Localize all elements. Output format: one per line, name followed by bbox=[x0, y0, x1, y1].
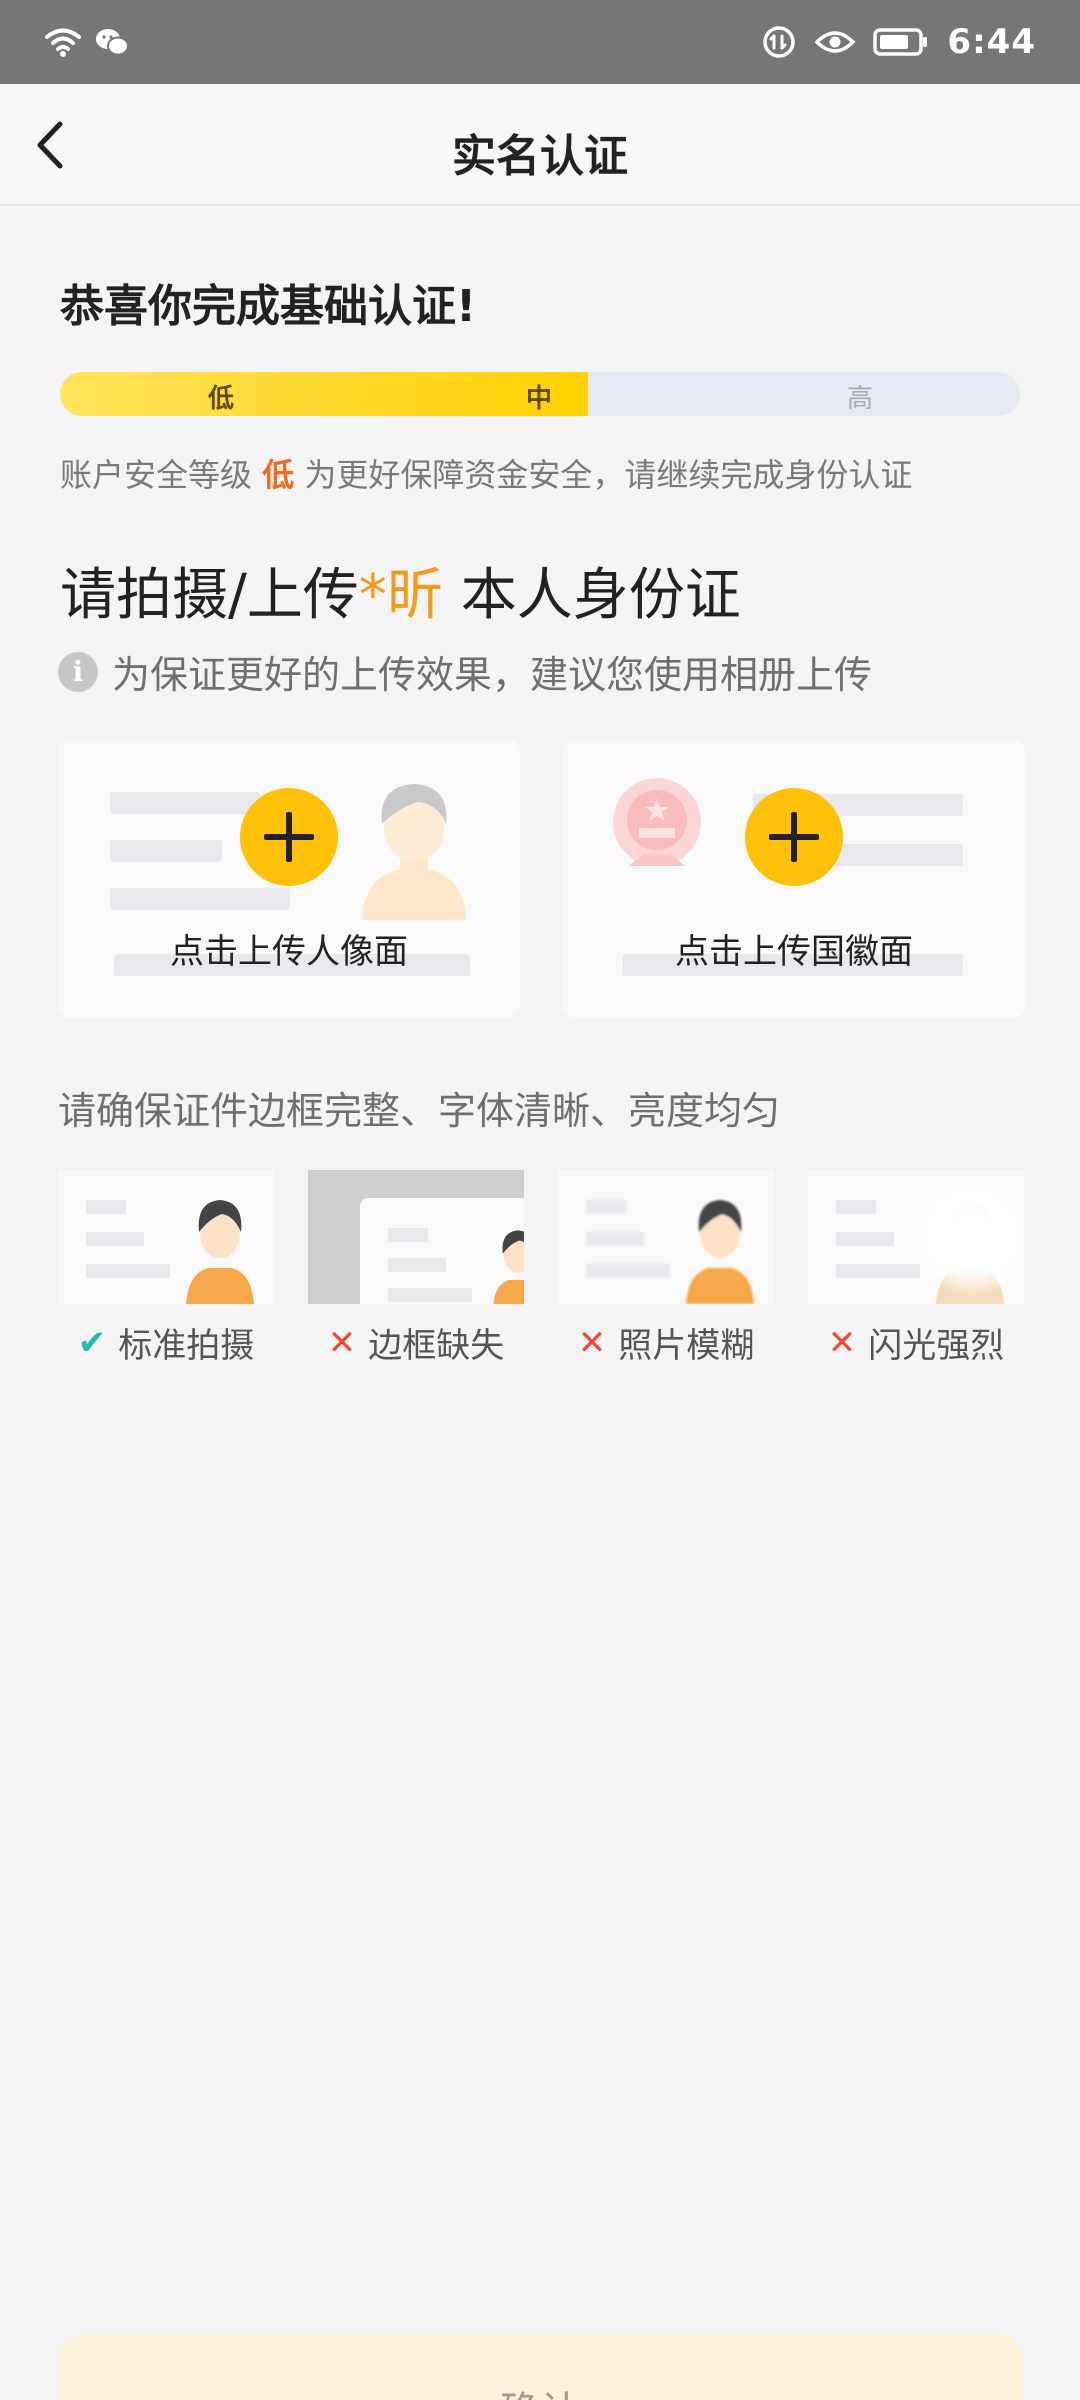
photo-guide-text: 请确保证件边框完整、字体清晰、亮度均匀 bbox=[58, 1089, 781, 1133]
cross-icon: ✕ bbox=[577, 1322, 607, 1363]
add-back-icon[interactable] bbox=[745, 788, 843, 886]
sample-caption: ✕ 照片模糊 bbox=[558, 1318, 774, 1367]
wifi-icon bbox=[45, 28, 81, 57]
sample-flash-glare: ✕ 闪光强烈 bbox=[808, 1170, 1024, 1366]
upload-front-card[interactable]: 点击上传人像面 bbox=[58, 740, 520, 1018]
sample-label: 标准拍摄 bbox=[118, 1326, 255, 1366]
flash-glare bbox=[912, 1176, 1024, 1296]
info-icon: i bbox=[58, 651, 98, 692]
security-level-bar: 低 中 高 bbox=[60, 372, 1020, 416]
sample-label: 照片模糊 bbox=[618, 1326, 755, 1366]
portrait-icon bbox=[493, 1230, 524, 1304]
battery-icon bbox=[873, 28, 928, 56]
data-saver-icon bbox=[763, 26, 796, 58]
upload-heading: 请拍摄/上传*昕 本人身份证 bbox=[60, 550, 741, 631]
national-emblem-icon bbox=[613, 778, 701, 866]
sample-border-missing: ✕ 边框缺失 bbox=[308, 1170, 524, 1366]
clock: 6:44 bbox=[947, 22, 1036, 62]
nav-bar: 实名认证 bbox=[0, 84, 1080, 206]
level-high-label: 高 bbox=[847, 384, 874, 414]
card-placeholder-line bbox=[110, 888, 290, 910]
sample-caption: ✕ 闪光强烈 bbox=[808, 1318, 1024, 1367]
upload-tip-text: 为保证更好的上传效果，建议您使用相册上传 bbox=[112, 653, 873, 697]
upload-heading-prefix: 请拍摄/上传 bbox=[60, 563, 359, 628]
wechat-icon bbox=[96, 29, 129, 56]
congrats-heading: 恭喜你完成基础认证! bbox=[60, 281, 477, 332]
sample-thumbnail bbox=[558, 1170, 774, 1304]
eye-icon bbox=[815, 31, 856, 53]
upload-back-card[interactable]: 点击上传国徽面 bbox=[563, 740, 1025, 1018]
sample-standard: ✔ 标准拍摄 bbox=[58, 1170, 274, 1366]
cross-icon: ✕ bbox=[827, 1322, 857, 1363]
sample-caption: ✔ 标准拍摄 bbox=[58, 1318, 274, 1367]
portrait-icon bbox=[186, 1200, 254, 1304]
sample-label: 边框缺失 bbox=[368, 1326, 505, 1366]
level-mid-label: 中 bbox=[526, 384, 553, 414]
sample-thumbnail bbox=[308, 1170, 524, 1304]
confirm-button[interactable]: 确认 bbox=[58, 2334, 1022, 2400]
security-level-fill bbox=[60, 372, 588, 416]
cross-icon: ✕ bbox=[327, 1322, 357, 1363]
security-current-level: 低 bbox=[262, 456, 295, 494]
portrait-icon bbox=[686, 1200, 754, 1304]
photo-samples: ✔ 标准拍摄 ✕ 边框缺失 ✕ 照片模糊 ✕ 闪光强烈 bbox=[58, 1170, 1024, 1366]
upload-heading-name: *昕 bbox=[358, 563, 443, 628]
card-placeholder-line bbox=[110, 792, 260, 814]
level-low-label: 低 bbox=[208, 384, 235, 414]
upload-back-label: 点击上传国徽面 bbox=[675, 932, 913, 972]
sample-thumbnail bbox=[808, 1170, 1024, 1304]
status-bar: 6:44 bbox=[0, 0, 1080, 84]
add-front-icon[interactable] bbox=[240, 788, 338, 886]
page-title: 实名认证 bbox=[452, 131, 628, 182]
card-placeholder-line bbox=[833, 844, 963, 866]
security-description: 账户安全等级 低 为更好保障资金安全，请继续完成身份认证 bbox=[60, 450, 912, 496]
card-placeholder-line bbox=[110, 840, 222, 862]
security-text-suffix: 为更好保障资金安全，请继续完成身份认证 bbox=[304, 456, 913, 494]
upload-tip: i 为保证更好的上传效果，建议您使用相册上传 bbox=[58, 644, 872, 699]
portrait-icon bbox=[362, 784, 466, 920]
sample-blurry: ✕ 照片模糊 bbox=[558, 1170, 774, 1366]
sample-caption: ✕ 边框缺失 bbox=[308, 1318, 524, 1367]
sample-thumbnail bbox=[58, 1170, 274, 1304]
sample-label: 闪光强烈 bbox=[868, 1326, 1005, 1366]
security-text-prefix: 账户安全等级 bbox=[60, 456, 253, 494]
upload-front-label: 点击上传人像面 bbox=[170, 932, 408, 972]
upload-heading-suffix: 本人身份证 bbox=[460, 563, 741, 628]
check-icon: ✔ bbox=[77, 1322, 107, 1363]
